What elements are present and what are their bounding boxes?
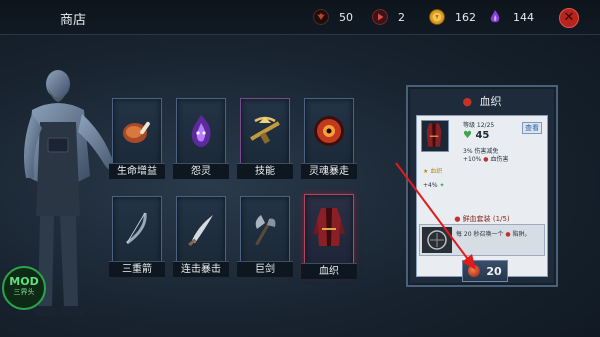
blood-coin-icon <box>468 265 481 277</box>
purple-ghost-flame-icon <box>191 115 211 147</box>
buy-button[interactable]: 20 <box>462 260 508 282</box>
resource-value: 144 <box>513 10 534 24</box>
resource-demon-emblem: 50 <box>313 8 353 26</box>
set-name: ● 鲜血套装 (1/5) <box>454 215 510 223</box>
gold-coin-icon <box>429 9 445 25</box>
bow-icon <box>126 212 147 245</box>
item-thumbnail <box>421 120 449 152</box>
resource-value: 2 <box>398 10 405 24</box>
blood-drop-icon: ● <box>505 231 511 238</box>
stat-line-2: +10% ● 血伤害 <box>463 156 509 163</box>
shop-item-combo-crit[interactable]: 连击暴击 <box>173 196 229 277</box>
resource-gold: 162 <box>429 8 476 26</box>
item-label: 连击暴击 <box>173 261 229 277</box>
item-label: 灵魂暴走 <box>301 163 357 179</box>
price-value: 20 <box>486 264 502 278</box>
shop-item-soul-rampage[interactable]: 灵魂暴走 <box>301 98 357 179</box>
mod-watermark-logo: MOD 三界头 <box>2 266 46 310</box>
item-label: 怨灵 <box>173 163 229 179</box>
close-button[interactable]: ✕ <box>559 8 579 28</box>
blood-drop-icon: ● <box>454 215 461 223</box>
shop-item-skill[interactable]: 技能 <box>237 98 293 179</box>
shop-item-life-boost[interactable]: 生命增益 <box>109 98 165 179</box>
blood-drop-icon: ● <box>483 156 489 163</box>
heart-icon: ♥ <box>463 130 472 141</box>
scimitar-icon <box>188 215 213 247</box>
red-eye-orb-icon <box>314 116 344 146</box>
purple-soul-flame-icon <box>490 10 500 23</box>
resource-value: 50 <box>339 10 353 24</box>
item-label: 三重箭 <box>109 261 165 277</box>
shop-item-triple-arrow[interactable]: 三重箭 <box>109 196 165 277</box>
bonus-line-2: +4% ✦ <box>423 182 445 189</box>
resource-soul: 144 <box>487 8 534 26</box>
trap-icon <box>422 227 452 253</box>
page-title: 商店 <box>60 13 87 28</box>
blood-drop-icon: ● <box>462 95 473 108</box>
meat-leg-icon <box>123 121 150 143</box>
crimson-robe-icon <box>426 123 442 147</box>
shop-screen: { "header": { "title": "商店", "resources"… <box>0 0 600 337</box>
shop-item-greatsword[interactable]: 巨剑 <box>237 196 293 277</box>
golden-crossbow-icon <box>250 116 280 144</box>
demon-emblem-icon <box>313 9 329 25</box>
red-play-gem-icon <box>372 9 388 25</box>
item-label: 生命增益 <box>109 163 165 179</box>
item-label: 巨剑 <box>237 261 293 277</box>
view-button[interactable]: 查看 <box>522 122 542 134</box>
detail-card: 等级 12/25 查看 ♥ 45 3% 伤害减免 +10% ● 血伤害 ★ 血织… <box>416 115 548 277</box>
item-detail-panel: ● 血织 等级 12/25 查看 ♥ 45 3% 伤害减免 +10% ● 血伤害 <box>406 85 558 287</box>
item-stat: ♥ 45 <box>463 130 490 141</box>
shop-item-wraith[interactable]: 怨灵 <box>173 98 229 179</box>
top-bar: 商店 50 2 162 144 ✕ <box>0 0 600 35</box>
item-level: 等级 12/25 <box>463 122 495 129</box>
description-text: 每 20 秒召唤一个 ● 陷阱。 <box>456 231 531 238</box>
battle-axe-icon <box>255 215 276 246</box>
bonus-line-1: ★ 血织 <box>423 168 443 175</box>
item-label: 血织 <box>301 263 357 279</box>
resource-red-gem: 2 <box>372 8 405 26</box>
shop-item-blood-weave[interactable]: 血织 <box>301 194 357 279</box>
detail-title: ● 血织 <box>462 95 502 108</box>
close-x-icon: ✕ <box>563 10 575 25</box>
green-rune-icon: ✦ <box>439 182 445 189</box>
resource-value: 162 <box>455 10 476 24</box>
item-label: 技能 <box>237 163 293 179</box>
crimson-robe-icon <box>313 208 345 246</box>
skill-description: 每 20 秒召唤一个 ● 陷阱。 <box>419 224 545 256</box>
